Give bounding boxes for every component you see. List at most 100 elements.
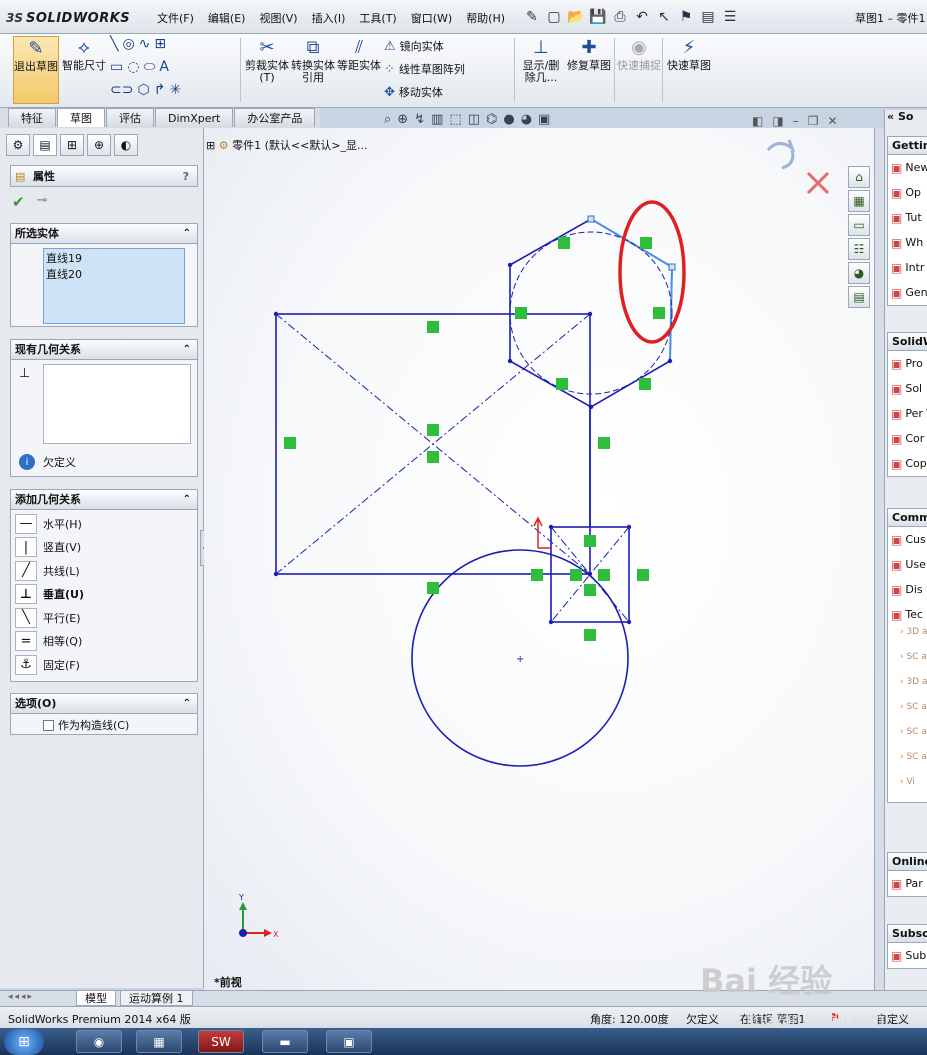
task-pane-item[interactable]: ▣ Use (888, 552, 927, 577)
x-axis-label: X (273, 930, 279, 939)
selected-endpoint[interactable] (668, 263, 676, 271)
definition-status: 欠定义 (686, 1013, 719, 1026)
custom-properties-icon[interactable]: ▤ (848, 286, 870, 308)
task-pane-item[interactable]: ▣ Cop (888, 451, 927, 476)
resource-icon: ▣ (891, 582, 903, 597)
taskbar-app-icon[interactable]: ▣ (326, 1030, 372, 1053)
relation-glyph[interactable] (584, 629, 596, 641)
taskbar-app-icon[interactable]: ▦ (136, 1030, 182, 1053)
angle-readout: 角度: 120.00度 (590, 1013, 669, 1026)
task-pane-item[interactable]: ▣ Sub (888, 943, 927, 968)
news-link[interactable]: › SC av (888, 652, 927, 677)
circle-center-mark: + (516, 654, 524, 665)
relation-glyph[interactable] (640, 237, 652, 249)
news-link[interactable]: › Vi (888, 777, 927, 802)
tab-model[interactable]: 模型 (76, 991, 116, 1006)
relation-glyph[interactable] (584, 584, 596, 596)
resource-icon: ▣ (891, 876, 903, 891)
group-header[interactable]: Commu (888, 509, 927, 527)
task-pane-item[interactable]: ▣ Sol (888, 376, 927, 401)
resource-icon: ▣ (891, 356, 903, 371)
news-link[interactable]: › 3D ad (888, 627, 927, 652)
task-pane-item[interactable]: ▣ Gen (888, 280, 927, 305)
task-pane-item[interactable]: ▣ Tut (888, 205, 927, 230)
file-explorer-icon[interactable]: ▭ (848, 214, 870, 236)
appearances-icon[interactable]: ◕ (848, 262, 870, 284)
task-pane-item[interactable]: ▣ Pro (888, 351, 927, 376)
home-icon[interactable]: ⌂ (848, 166, 870, 188)
group-header[interactable]: Online (888, 853, 927, 871)
collapse-pane-icon[interactable]: « (887, 110, 894, 123)
relation-glyph[interactable] (639, 378, 651, 390)
resource-icon: ▣ (891, 185, 903, 200)
baidu-watermark: Bai 经验 (700, 962, 833, 1000)
relation-glyph[interactable] (570, 569, 582, 581)
resource-icon: ▣ (891, 381, 903, 396)
view-palette-icon[interactable]: ☷ (848, 238, 870, 260)
resource-icon: ▣ (891, 456, 903, 471)
task-pane-item[interactable]: ▣ Par (888, 871, 927, 896)
taskbar-app-icon[interactable]: ◉ (76, 1030, 122, 1053)
relation-glyph[interactable] (427, 424, 439, 436)
highlight-annotation-ellipse (618, 200, 686, 344)
view-orientation-label: *前视 (214, 976, 242, 989)
relation-glyph[interactable] (427, 451, 439, 463)
scrollbar[interactable] (874, 128, 884, 990)
task-pane-item[interactable]: ▣ Cus (888, 527, 927, 552)
tab-motion-study-1[interactable]: 运动算例 1 (120, 991, 193, 1006)
resource-icon: ▣ (891, 406, 903, 421)
design-library-icon[interactable]: ▦ (848, 190, 870, 212)
news-link[interactable]: › 3D ad (888, 677, 927, 702)
resource-icon: ▣ (891, 285, 903, 300)
rebuild-sketch-icon[interactable] (766, 139, 796, 170)
group-header[interactable]: Subscri (888, 925, 927, 943)
relation-glyph[interactable] (427, 582, 439, 594)
resource-icon: ▣ (891, 160, 903, 175)
sketch-points (273, 262, 673, 625)
resource-icon: ▣ (891, 607, 903, 622)
relation-glyph[interactable] (558, 237, 570, 249)
online-resources-group: Online▣Par (887, 852, 927, 897)
task-pane-item[interactable]: ▣ Dis (888, 577, 927, 602)
task-pane-item[interactable]: ▣ Intr (888, 255, 927, 280)
task-pane-item[interactable]: ▣ New (888, 155, 927, 180)
task-pane-item[interactable]: ▣ Op (888, 180, 927, 205)
relation-glyph[interactable] (427, 321, 439, 333)
relation-glyph[interactable] (556, 378, 568, 390)
resource-icon: ▣ (891, 210, 903, 225)
task-pane-item[interactable]: ▣ Wh (888, 230, 927, 255)
resource-icon: ▣ (891, 431, 903, 446)
group-header[interactable]: SolidWo (888, 333, 927, 351)
news-link[interactable]: › SC av (888, 752, 927, 777)
relation-glyph[interactable] (584, 535, 596, 547)
reference-triad: Y X (238, 893, 279, 939)
start-button-icon[interactable]: ⊞ (4, 1029, 44, 1055)
sketch-origin (533, 516, 552, 549)
news-link[interactable]: › SC av (888, 727, 927, 752)
relation-glyph[interactable] (515, 307, 527, 319)
subscription-group: Subscri▣Sub (887, 924, 927, 969)
taskbar-solidworks-icon[interactable]: SW (198, 1030, 244, 1053)
relation-glyph[interactable] (653, 307, 665, 319)
selected-endpoint[interactable] (587, 215, 595, 223)
taskbar-folder-icon[interactable]: ▬ (262, 1030, 308, 1053)
task-pane-item[interactable]: ▣Per Test (888, 401, 927, 426)
resource-icon: ▣ (891, 235, 903, 250)
discard-sketch-icon[interactable] (806, 171, 830, 195)
relation-glyph[interactable] (598, 437, 610, 449)
task-pane-item[interactable]: ▣ Cor (888, 426, 927, 451)
y-axis-label: Y (238, 893, 244, 902)
relation-glyph[interactable] (637, 569, 649, 581)
relation-glyph[interactable] (284, 437, 296, 449)
baidu-watermark-url: jingyan.baidu.com (746, 1010, 885, 1028)
resource-icon: ▣ (891, 260, 903, 275)
getting-started-group: Getting▣New▣Op▣Tut▣Wh▣Intr▣Gen (887, 136, 927, 306)
relation-glyph[interactable] (531, 569, 543, 581)
task-pane-tabs: ⌂ ▦ ▭ ☷ ◕ ▤ (848, 166, 872, 308)
news-link[interactable]: › SC av (888, 702, 927, 727)
resource-icon: ▣ (891, 532, 903, 547)
relation-glyph[interactable] (598, 569, 610, 581)
tab-scroll-arrows[interactable]: ◂◂◂▸ (8, 992, 34, 1002)
group-header[interactable]: Getting (888, 137, 927, 155)
task-pane-item[interactable]: ▣ Tec (888, 602, 927, 627)
